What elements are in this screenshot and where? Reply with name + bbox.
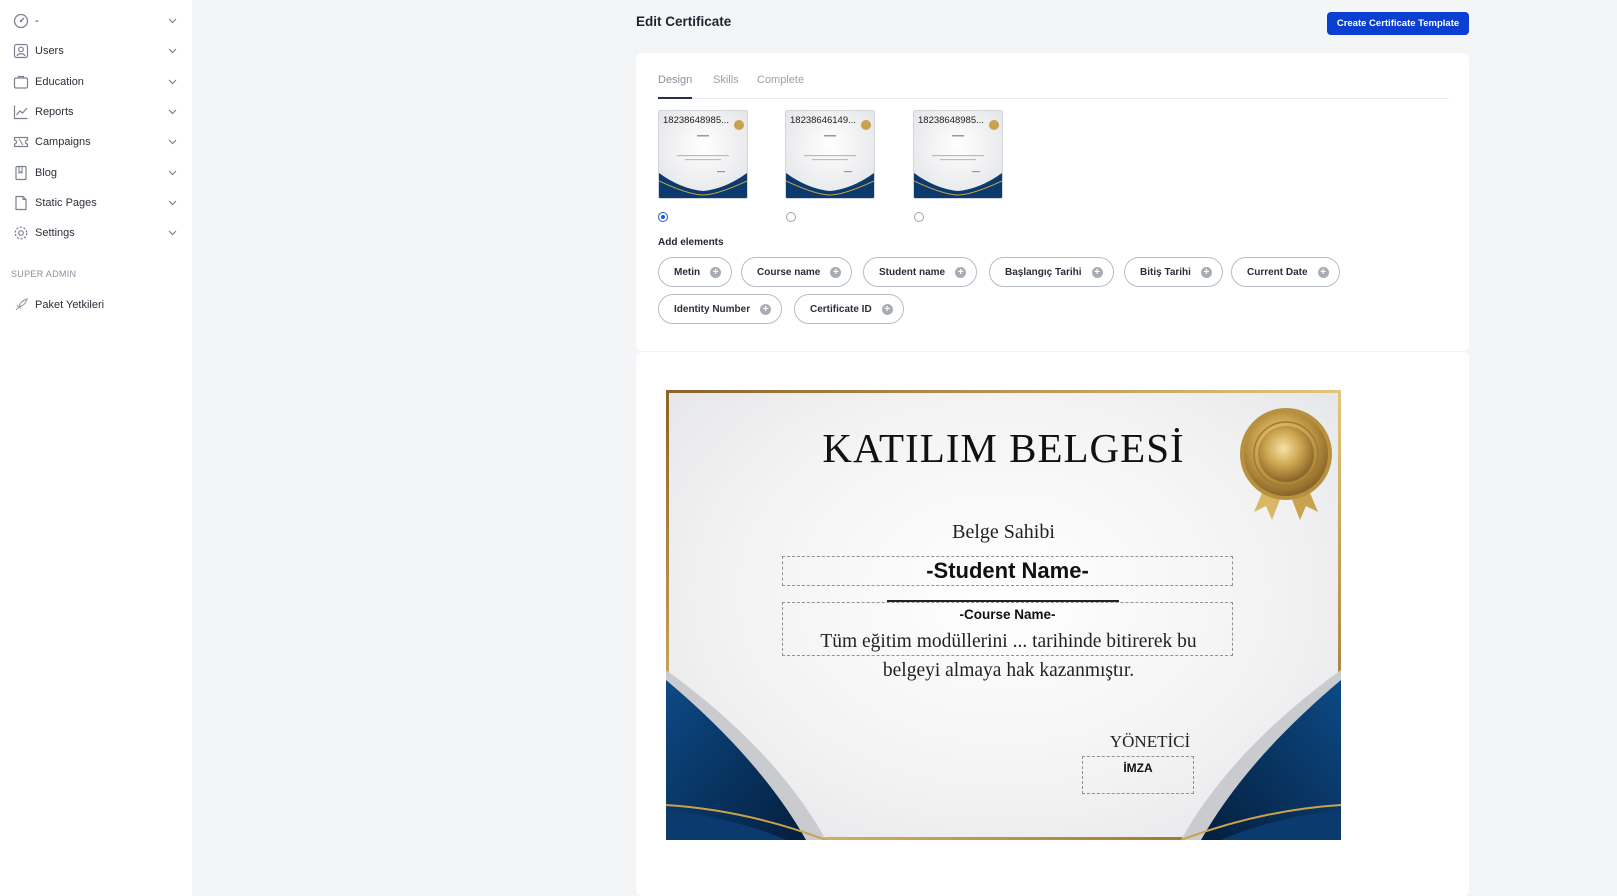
template-radio-1[interactable] <box>658 212 668 222</box>
template-thumbnail[interactable]: 18238646149... <box>785 110 875 199</box>
template-caption: 18238646149... <box>790 115 857 126</box>
sidebar-item-campaigns[interactable]: Campaigns <box>12 131 178 153</box>
bookmark-icon <box>12 164 30 182</box>
add-element-course-name-chip[interactable]: Course name + <box>741 257 853 287</box>
sidebar-item-users[interactable]: Users <box>12 40 178 62</box>
chevron-down-icon <box>166 15 178 27</box>
tab-bar: Design Skills Complete <box>658 74 1449 99</box>
course-name-text: -Course Name- <box>959 607 1056 622</box>
plus-icon: + <box>760 303 772 315</box>
certificate-holder-label: Belge Sahibi <box>952 521 1055 543</box>
chevron-down-icon <box>166 197 178 209</box>
rocket-icon <box>12 296 30 314</box>
dashboard-icon <box>12 12 30 30</box>
sidebar-item-reports[interactable]: Reports <box>12 101 178 123</box>
sidebar-item-label: Users <box>35 45 64 57</box>
sidebar-item-label: - <box>35 15 39 27</box>
student-name-field[interactable]: -Student Name- <box>782 556 1233 586</box>
template-radio-2[interactable] <box>786 212 796 222</box>
add-element-student-name-chip[interactable]: Student name + <box>863 257 978 287</box>
tab-complete[interactable]: Complete <box>757 74 804 99</box>
chip-label: Metin <box>674 266 701 278</box>
sidebar-item-education[interactable]: Education <box>12 71 178 93</box>
template-caption: 18238648985... <box>918 115 985 126</box>
plus-icon: + <box>955 266 967 278</box>
tab-skills[interactable]: Skills <box>713 74 739 99</box>
create-certificate-template-button[interactable]: Create Certificate Template <box>1327 12 1469 35</box>
sidebar-item-paket-yetkileri[interactable]: Paket Yetkileri <box>12 294 178 316</box>
chevron-down-icon <box>166 76 178 88</box>
chevron-down-icon <box>166 136 178 148</box>
certificate-body-text: Tüm eğitim modüllerini ... tarihinde bit… <box>776 627 1241 685</box>
add-element-current-date-chip[interactable]: Current Date + <box>1231 257 1340 287</box>
sidebar: - Users Education Reports Campaigns Blog <box>0 0 192 896</box>
chevron-down-icon <box>166 227 178 239</box>
add-element-baslangic-tarihi-chip[interactable]: Başlangıç Tarihi + <box>989 257 1114 287</box>
chip-label: Certificate ID <box>810 303 872 315</box>
sidebar-item-static-pages[interactable]: Static Pages <box>12 192 178 214</box>
tab-design[interactable]: Design <box>658 74 693 99</box>
chip-label: Student name <box>879 266 946 278</box>
add-element-certificate-id-chip[interactable]: Certificate ID + <box>794 294 904 324</box>
certificate-preview-card: KATILIM BELGESİ Belge Sahibi -Student Na… <box>636 351 1469 896</box>
plus-icon: + <box>830 266 842 278</box>
chevron-down-icon <box>166 106 178 118</box>
certificate-body-line: Tüm eğitim modüllerini ... tarihinde bit… <box>820 631 1197 652</box>
chip-label: Başlangıç Tarihi <box>1005 266 1082 278</box>
briefcase-icon <box>12 73 30 91</box>
plus-icon: + <box>710 266 722 278</box>
chip-label: Course name <box>757 266 821 278</box>
chip-label: Bitiş Tarihi <box>1140 266 1191 278</box>
chevron-down-icon <box>166 167 178 179</box>
add-element-metin-chip[interactable]: Metin + <box>658 257 733 287</box>
add-element-bitis-tarihi-chip[interactable]: Bitiş Tarihi + <box>1124 257 1223 287</box>
template-thumbnail[interactable]: 18238648985... <box>913 110 1003 199</box>
sidebar-item-label: Reports <box>35 106 74 118</box>
certificate-body-line: belgeyi almaya hak kazanmıştır. <box>882 660 1135 681</box>
plus-icon: + <box>881 303 893 315</box>
template-thumbnail[interactable]: 18238648985... <box>658 110 748 199</box>
sidebar-item-label: Settings <box>35 227 75 239</box>
page-title: Edit Certificate <box>636 14 732 29</box>
sidebar-item-settings[interactable]: Settings <box>12 222 178 244</box>
signer-title: YÖNETİCİ <box>1109 732 1191 751</box>
plus-icon: + <box>1317 266 1329 278</box>
template-caption: 18238648985... <box>663 115 730 126</box>
certificate-canvas: KATILIM BELGESİ Belge Sahibi -Student Na… <box>666 390 1341 840</box>
certificate-title: KATILIM BELGESİ <box>822 425 1185 471</box>
chevron-down-icon <box>166 45 178 57</box>
template-radio-3[interactable] <box>914 212 924 222</box>
add-elements-label: Add elements <box>658 237 724 248</box>
section-label-super-admin: SUPER ADMIN <box>11 269 77 279</box>
plus-icon: + <box>1091 266 1103 278</box>
certificate-editor-card: Design Skills Complete 18238648985... 18… <box>636 53 1469 351</box>
ticket-icon <box>12 133 30 151</box>
add-element-identity-number-chip[interactable]: Identity Number + <box>658 294 783 324</box>
sidebar-item-label: Blog <box>35 167 58 179</box>
signature-field[interactable]: İMZA <box>1082 756 1194 794</box>
sidebar-item-blog[interactable]: Blog <box>12 162 178 184</box>
gear-icon <box>12 224 30 242</box>
sidebar-item-dashboard[interactable]: - <box>12 10 178 32</box>
sidebar-item-label: Campaigns <box>35 136 91 148</box>
plus-icon: + <box>1200 266 1212 278</box>
sidebar-item-label: Education <box>35 76 84 88</box>
chart-line-icon <box>12 103 30 121</box>
file-icon <box>12 194 30 212</box>
chip-label: Current Date <box>1247 266 1308 278</box>
sidebar-item-label: Static Pages <box>35 197 97 209</box>
chip-label: Identity Number <box>674 303 751 315</box>
users-icon <box>12 42 30 60</box>
sidebar-item-label: Paket Yetkileri <box>35 299 105 311</box>
